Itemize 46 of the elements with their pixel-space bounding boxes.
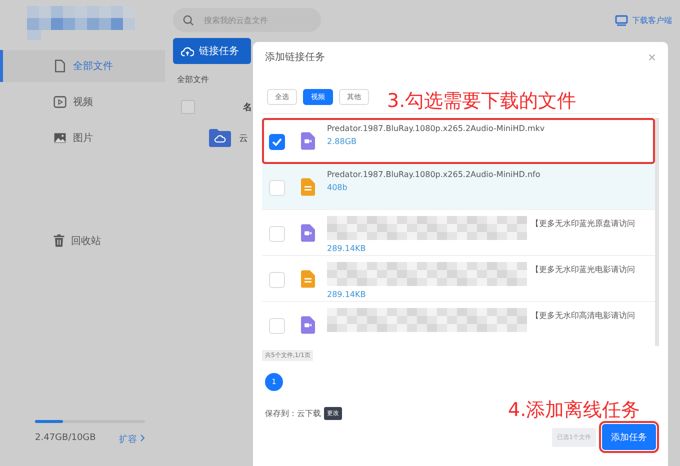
document-file-icon	[301, 178, 315, 196]
check-icon	[272, 138, 282, 146]
download-client-link[interactable]: 下载客户端	[615, 14, 672, 26]
video-file-icon	[301, 316, 315, 334]
file-row[interactable]: 【更多无水印蓝光电影请访问 289.14KB	[262, 256, 655, 302]
dialog-title: 添加链接任务	[265, 50, 325, 64]
annotation-text: 4.添加离线任务	[508, 398, 640, 423]
folder-name[interactable]: 云	[239, 132, 248, 144]
file-row[interactable]: 【更多无水印蓝光原盘请访问 289.14KB	[262, 210, 655, 256]
link-task-button[interactable]: 链接任务	[173, 38, 251, 64]
file-name: Predator.1987.BluRay.1080p.x265.2Audio-MiniHD.mkv	[327, 124, 545, 133]
select-all-checkbox[interactable]	[181, 100, 195, 114]
cloud-upload-icon	[181, 46, 194, 56]
sidebar-item[interactable]: 视频	[0, 86, 165, 118]
document-file-icon	[301, 270, 315, 288]
file-row[interactable]: Predator.1987.BluRay.1080p.x265.2Audio-MiniHD.nfo 408b	[262, 164, 655, 210]
save-location: 保存到：云下载	[265, 408, 321, 419]
checkbox[interactable]	[269, 134, 285, 150]
file-name: 【更多无水印高清电影请访问	[531, 310, 635, 321]
cloud-folder-icon	[209, 129, 231, 147]
breadcrumb: 全部文件	[177, 74, 210, 85]
file-icon	[53, 59, 67, 73]
sidebar-item[interactable]: 图片	[0, 122, 165, 154]
file-size: 2.88GB	[327, 137, 358, 146]
file-name: Predator.1987.BluRay.1080p.x265.2Audio-MiniHD.nfo	[327, 170, 540, 179]
search-icon	[183, 15, 194, 26]
storage-usage-text: 2.47GB/10GB	[35, 433, 96, 445]
file-name: 【更多无水印蓝光原盘请访问	[531, 218, 635, 229]
image-icon	[53, 131, 67, 145]
file-row[interactable]: 【更多无水印高清电影请访问	[262, 302, 655, 346]
file-size: 408b	[327, 183, 348, 192]
play-icon	[53, 95, 67, 109]
file-size: 289.14KB	[327, 244, 367, 253]
trash-icon	[52, 234, 66, 248]
file-row[interactable]: Predator.1987.BluRay.1080p.x265.2Audio-MiniHD.mkv 2.88GB	[262, 118, 655, 164]
chevron-right-icon	[140, 434, 145, 442]
video-file-icon	[301, 132, 315, 150]
monitor-icon	[615, 14, 628, 26]
annotation-text: 3.勾选需要下载的文件	[387, 89, 576, 114]
search-field[interactable]: 搜索我的云盘文件	[173, 8, 321, 32]
file-name: 【更多无水印蓝光电影请访问	[531, 264, 635, 275]
video-file-icon	[301, 224, 315, 242]
add-task-button[interactable]: 添加任务	[602, 424, 656, 450]
sidebar-item[interactable]: 回收站	[52, 234, 165, 248]
column-header: 名	[243, 102, 252, 114]
file-size: 289.14KB	[327, 290, 367, 299]
